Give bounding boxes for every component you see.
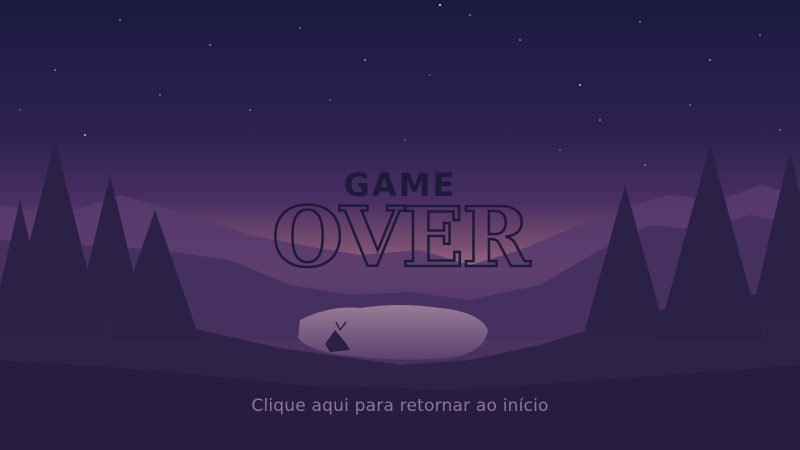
return-to-start-link[interactable]: Clique aqui para retornar ao início <box>0 396 800 416</box>
over-title-text: OVER <box>272 196 531 276</box>
over-title: OVER <box>271 196 535 276</box>
game-over-screen: GAME OVER Clique aqui para retornar ao i… <box>0 0 800 450</box>
